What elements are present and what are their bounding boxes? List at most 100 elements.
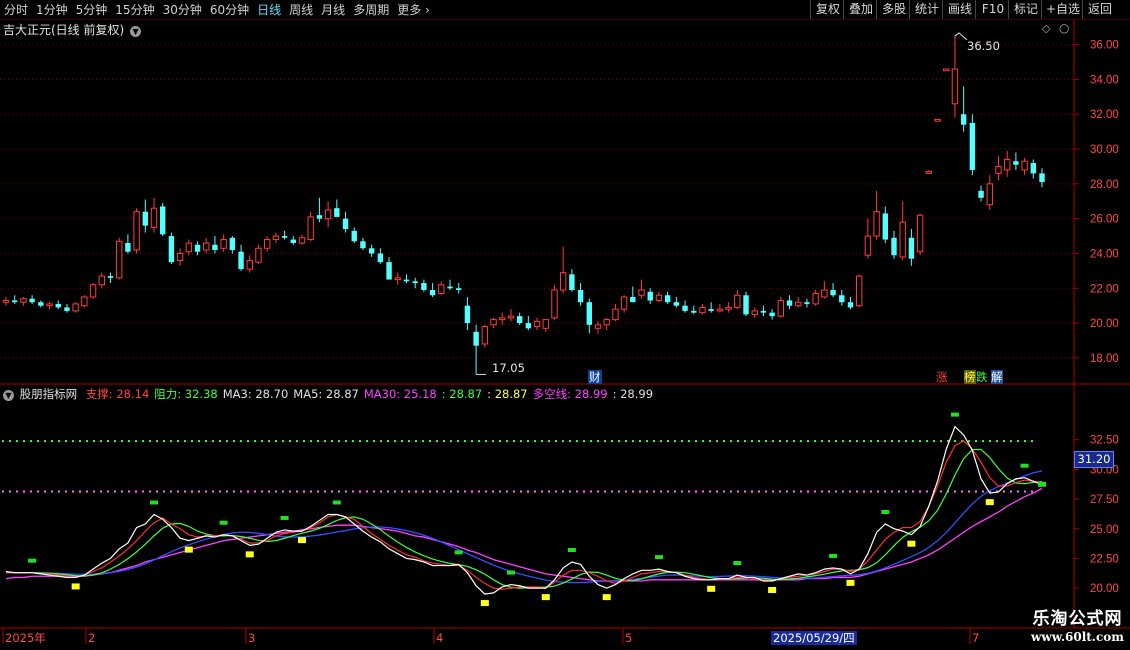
ind-value-tick: 32.50: [1090, 435, 1119, 447]
candle-body-up: [298, 237, 306, 244]
candle-body-up: [855, 275, 863, 307]
time-axis-label: 5: [625, 631, 633, 645]
main-price-tick: 22.00: [1090, 283, 1119, 295]
diamond-icon[interactable]: ◇: [1042, 22, 1050, 36]
ind-value-tick: 27.50: [1090, 494, 1119, 506]
indicator-value-8: : 28.99: [612, 387, 654, 401]
chevron-down-icon[interactable]: ▼: [3, 390, 14, 401]
candle-body-up: [542, 319, 549, 329]
main-price-tick: 36.00: [1090, 40, 1119, 52]
toolbar-button-8[interactable]: 返回: [1082, 0, 1117, 19]
candle-body-up: [46, 303, 53, 307]
ind-value-tick: 25.00: [1090, 524, 1119, 536]
sell-signal-block: [733, 561, 742, 566]
candle-body-down: [281, 236, 288, 238]
candle-body-down: [969, 122, 976, 170]
indicator-value-1: 阻力: 32.38: [154, 387, 218, 401]
ind-value-tick: 22.50: [1090, 553, 1119, 565]
candle-body-up: [490, 319, 497, 326]
toolbar-button-7[interactable]: +自选: [1041, 0, 1084, 19]
sell-signal-block: [654, 555, 663, 560]
buy-signal-block: [184, 546, 193, 553]
candle-body-up: [603, 319, 610, 326]
buy-signal-block: [768, 587, 777, 593]
toolbar-button-2[interactable]: 多股: [876, 0, 911, 19]
candle-body-down: [630, 296, 636, 303]
candle-body-up: [246, 259, 253, 270]
toolbar-button-3[interactable]: 统计: [909, 0, 944, 19]
candle-body-up: [255, 247, 262, 263]
toolbar-button-5[interactable]: F10: [975, 0, 1010, 19]
candle-body-down: [691, 310, 697, 313]
candle-body-up: [499, 317, 506, 321]
fall-marker[interactable]: 跌: [976, 370, 988, 384]
indicator-header[interactable]: ▼ 股朋指标网 支撑: 28.14 阻力: 32.38 MA3: 28.70 MA5:…: [3, 387, 653, 401]
buy-signal-block: [907, 540, 916, 547]
candle-body-up: [220, 239, 227, 249]
candle-body-up: [795, 301, 802, 307]
buy-signal-block: [480, 600, 489, 607]
candle-body-up: [655, 294, 663, 301]
candle-body-down: [664, 295, 671, 303]
candle-body-up: [934, 118, 941, 122]
candle-body-up: [2, 299, 10, 303]
candle-body-up: [716, 308, 724, 312]
toolbar-button-1[interactable]: 叠加: [843, 0, 878, 19]
candle-body-down: [351, 230, 357, 242]
last-signal-block: [1038, 481, 1046, 487]
toolbar-button-4[interactable]: 画线: [942, 0, 977, 19]
candle-body-up: [133, 211, 140, 251]
candle-body-up: [203, 242, 210, 251]
buy-signal-block: [602, 594, 611, 601]
candle-body-down: [464, 305, 471, 324]
candle-body-down: [334, 208, 340, 217]
candle-body-down: [412, 281, 418, 284]
candle-body-down: [238, 251, 244, 270]
watermark-logo: 乐淘公式网 www.60lt.com: [1031, 608, 1124, 644]
low-price-label: 17.05: [492, 361, 525, 375]
sell-signal-block: [881, 510, 890, 514]
finance-marker[interactable]: 财: [588, 370, 602, 384]
rise-marker[interactable]: 涨: [936, 370, 948, 384]
indicator-lines: [2, 412, 1046, 607]
candle-body-down: [743, 295, 749, 315]
candle-body-up: [925, 171, 933, 174]
candle-body-down: [342, 218, 349, 230]
candle-body-up: [150, 207, 158, 228]
ranking-marker[interactable]: 榜: [964, 370, 976, 384]
candle-body-down: [839, 295, 845, 303]
high-price-label: 36.50: [967, 39, 1000, 53]
main-price-tick: 32.00: [1090, 109, 1119, 121]
candle-body-up: [481, 326, 489, 345]
candle-body-up: [394, 277, 401, 281]
candle-body-up: [638, 289, 645, 296]
unlock-marker[interactable]: 解: [991, 370, 1003, 384]
candle-body-up: [986, 183, 993, 206]
chevron-down-icon[interactable]: ▼: [130, 26, 142, 37]
candle-body-up: [98, 275, 105, 286]
candle-body-up: [821, 289, 828, 298]
candle-body-up: [864, 235, 872, 256]
sell-signal-block: [829, 553, 838, 558]
main-price-tick: 34.00: [1090, 74, 1119, 86]
sell-signal-block: [567, 548, 576, 552]
sell-signal-block: [1020, 463, 1029, 468]
stock-chart[interactable]: 36.00 34.00 32.00 30.00 28.00 26.00 24.00 22.00…: [0, 0, 1130, 650]
candle-body-up: [272, 235, 280, 241]
time-axis-label: 4: [436, 631, 444, 645]
main-chart-title[interactable]: 吉大正元(日线 前复权) ▼: [3, 23, 142, 37]
candle-body-down: [316, 215, 323, 219]
candle-body-up: [951, 68, 959, 105]
candle-body-down: [368, 248, 375, 254]
toolbar-button-6[interactable]: 标记: [1008, 0, 1043, 19]
buy-signal-block: [846, 579, 855, 586]
toolbar-button-0[interactable]: 复权: [810, 0, 845, 19]
candle-body-down: [516, 316, 523, 324]
candle-body-up: [176, 252, 184, 261]
candle-body-down: [421, 283, 427, 291]
sell-signal-block: [506, 570, 515, 575]
candle-body-up: [20, 298, 27, 303]
circle-icon[interactable]: ○: [1059, 21, 1069, 35]
candle-body-up: [594, 324, 602, 329]
candle-body-up: [699, 306, 706, 314]
